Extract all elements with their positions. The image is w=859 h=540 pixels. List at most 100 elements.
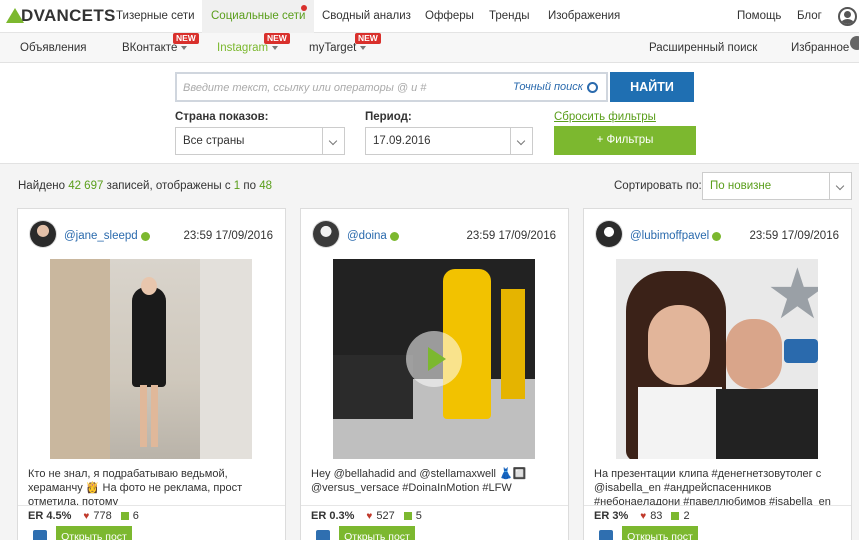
user-avatar-icon[interactable] xyxy=(838,7,857,26)
heart-icon: ♥ xyxy=(640,510,647,522)
comment-icon xyxy=(671,512,680,520)
verified-icon xyxy=(389,231,399,241)
subnav-favorites[interactable]: Избранное xyxy=(791,33,849,63)
author-handle[interactable]: @jane_sleepd xyxy=(64,230,150,242)
engagement-rate: ER 0.3% xyxy=(311,510,355,522)
gear-icon[interactable] xyxy=(587,81,598,93)
found-prefix: Найдено xyxy=(18,180,65,192)
instagram-icon xyxy=(316,530,330,540)
nav-trends[interactable]: Тренды xyxy=(489,0,530,33)
search-input[interactable] xyxy=(183,79,503,97)
instagram-icon xyxy=(33,530,47,540)
author-handle-text: @doina xyxy=(347,230,387,242)
nav-blog[interactable]: Блог xyxy=(797,0,822,33)
open-post-button[interactable]: Открыть пост xyxy=(622,526,698,540)
period-select[interactable]: 17.09.2016 xyxy=(365,127,533,155)
period-label: Период: xyxy=(365,111,412,123)
engagement-rate: ER 4.5% xyxy=(28,510,72,522)
logo-a-icon xyxy=(6,7,24,23)
comments-count: 6 xyxy=(132,510,139,522)
advancets-logo[interactable]: DVANCETS xyxy=(6,6,116,26)
nav-offers[interactable]: Офферы xyxy=(425,0,474,33)
heart-icon: ♥ xyxy=(83,510,90,522)
new-badge-vkontakte: NEW xyxy=(173,33,199,44)
post-video-thumbnail[interactable] xyxy=(333,259,535,459)
exact-search-toggle[interactable]: Точный поиск xyxy=(513,81,598,93)
chevron-down-icon xyxy=(829,173,851,199)
verified-icon xyxy=(712,231,722,241)
found-mid: записей, отображены с xyxy=(106,180,231,192)
results-area: Найдено 42 697 записей, отображены с 1 п… xyxy=(0,163,859,540)
author-avatar[interactable] xyxy=(29,220,57,248)
reset-filters-link[interactable]: Сбросить фильтры xyxy=(554,111,656,123)
post-caption: Hey @bellahadid and @stellamaxwell 👗🔲 @v… xyxy=(311,468,527,494)
new-badge-instagram: NEW xyxy=(264,33,290,44)
likes-count: 527 xyxy=(376,510,395,522)
found-from: 1 xyxy=(233,180,241,192)
post-card: @doina 23:59 17/09/2016 Hey @bellahadid … xyxy=(300,208,569,540)
nav-teaser-networks[interactable]: Тизерные сети xyxy=(116,0,195,33)
sort-select-value: По новизне xyxy=(710,180,772,192)
chevron-down-icon xyxy=(272,45,279,50)
post-time: 23:59 17/09/2016 xyxy=(183,230,273,242)
post-time: 23:59 17/09/2016 xyxy=(749,230,839,242)
likes-count: 83 xyxy=(650,510,663,522)
author-avatar[interactable] xyxy=(312,220,340,248)
post-caption: Кто не знал, я подрабатываю ведьмой, хер… xyxy=(28,468,243,505)
chevron-down-icon xyxy=(360,45,367,50)
author-handle-text: @lubimoffpavel xyxy=(630,230,710,242)
country-select[interactable]: Все страны xyxy=(175,127,345,155)
author-avatar[interactable] xyxy=(595,220,623,248)
likes-count: 778 xyxy=(93,510,112,522)
chevron-down-icon xyxy=(510,128,532,154)
post-image[interactable]: ★ xyxy=(616,259,818,459)
nav-help[interactable]: Помощь xyxy=(737,0,781,33)
play-icon[interactable] xyxy=(406,331,462,387)
comment-icon xyxy=(120,512,129,520)
found-count: 42 697 xyxy=(68,180,104,192)
search-box: Точный поиск xyxy=(175,72,608,102)
exact-search-label: Точный поиск xyxy=(513,81,583,93)
nav-social-networks[interactable]: Социальные сети xyxy=(202,0,315,33)
find-button[interactable]: НАЙТИ xyxy=(610,72,694,102)
side-panel-toggle-icon[interactable] xyxy=(850,36,859,50)
country-label: Страна показов: xyxy=(175,111,269,123)
notification-dot xyxy=(301,5,307,11)
divider xyxy=(301,505,568,506)
post-stats: ER 0.3% ♥ 527 5 xyxy=(311,510,422,522)
new-badge-mytarget: NEW xyxy=(355,33,381,44)
sub-navigation: Объявления ВКонтакте NEW Instagram NEW m… xyxy=(0,33,859,63)
filters-button[interactable]: + Фильтры xyxy=(554,126,696,155)
chevron-down-icon xyxy=(181,45,188,50)
nav-images[interactable]: Изображения xyxy=(548,0,620,33)
post-image[interactable] xyxy=(50,259,252,459)
author-handle-text: @jane_sleepd xyxy=(64,230,138,242)
country-select-value: Все страны xyxy=(183,135,245,147)
comment-icon xyxy=(403,512,412,520)
subnav-mytarget-label: myTarget xyxy=(309,42,357,54)
chevron-down-icon xyxy=(322,128,344,154)
subnav-ads[interactable]: Объявления xyxy=(20,33,87,63)
comments-count: 5 xyxy=(415,510,422,522)
author-handle[interactable]: @doina xyxy=(347,230,399,242)
author-handle[interactable]: @lubimoffpavel xyxy=(630,230,722,242)
nav-summary-analysis[interactable]: Сводный анализ xyxy=(322,0,411,33)
subnav-advanced-search[interactable]: Расширенный поиск xyxy=(649,33,757,63)
subnav-instagram-label: Instagram xyxy=(217,42,269,54)
post-stats: ER 3% ♥ 83 2 xyxy=(594,510,690,522)
divider xyxy=(584,505,851,506)
post-caption: На презентации клипа #денегнетзовутолег … xyxy=(594,468,831,505)
engagement-rate: ER 3% xyxy=(594,510,629,522)
open-post-button[interactable]: Открыть пост xyxy=(339,526,415,540)
results-count: Найдено 42 697 записей, отображены с 1 п… xyxy=(18,180,272,192)
found-to: 48 xyxy=(259,180,272,192)
comments-count: 2 xyxy=(683,510,690,522)
period-select-value: 17.09.2016 xyxy=(373,135,431,147)
open-post-button[interactable]: Открыть пост xyxy=(56,526,132,540)
subnav-vkontakte-label: ВКонтакте xyxy=(122,42,178,54)
top-navigation: DVANCETS Тизерные сети Социальные сети С… xyxy=(0,0,859,33)
verified-icon xyxy=(140,231,150,241)
post-card: @lubimoffpavel 23:59 17/09/2016 ★ На пре… xyxy=(583,208,852,540)
post-card: @jane_sleepd 23:59 17/09/2016 Кто не зна… xyxy=(17,208,286,540)
sort-select[interactable]: По новизне xyxy=(702,172,852,200)
